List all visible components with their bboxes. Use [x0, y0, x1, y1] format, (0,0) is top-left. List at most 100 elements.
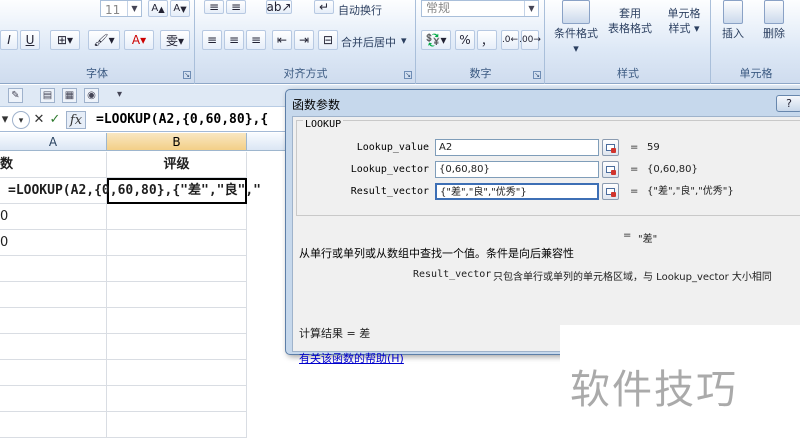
conditional-format-button[interactable]: 条件格式 ▾ — [550, 0, 602, 56]
cell-b10[interactable] — [107, 386, 247, 412]
column-header-c[interactable] — [247, 133, 287, 151]
dialog-launcher-icon[interactable]: ↘ — [404, 71, 412, 79]
function-group-box: LOOKUP Lookup_value A2 = 59 Lookup_vecto… — [296, 119, 800, 216]
arg-label: Lookup_vector — [350, 164, 429, 175]
cell-a4[interactable]: 0 — [0, 230, 107, 256]
param-description: 只包含单行或单列的单元格区域，与 Lookup_vector 大小相同 — [493, 272, 772, 283]
cell-b6[interactable] — [107, 282, 247, 308]
result-vector-input[interactable]: {"差","良","优秀"} — [435, 183, 599, 200]
table-icon[interactable]: ▦ — [62, 88, 77, 103]
align-left-icon[interactable]: ≡ — [202, 30, 222, 50]
comma-button[interactable]: ， — [477, 30, 497, 50]
table-format-button[interactable]: 套用 表格格式 — [604, 6, 656, 36]
cell-b2-formula-text: =LOOKUP(A2,{0,60,80},{"差","良"," — [8, 183, 261, 198]
cell-a6[interactable] — [0, 282, 107, 308]
insert-label: 插入 — [722, 27, 744, 40]
grow-font-button[interactable]: A ▲ — [148, 0, 168, 17]
cell-a8[interactable] — [0, 334, 107, 360]
cells-group-label: 单元格 — [739, 67, 773, 80]
borders-icon[interactable]: ⊞▾ — [50, 30, 80, 50]
dialog-launcher-icon[interactable]: ↘ — [533, 71, 541, 79]
formula-input[interactable]: =LOOKUP(A2,{0,60,80},{ — [96, 110, 296, 130]
number-group: 常规 ▼ 💱▾ % ， .0← .00→ 数字 ↘ — [417, 0, 545, 84]
camera-icon[interactable]: ◉ — [84, 88, 99, 103]
cell-a5[interactable] — [0, 256, 107, 282]
dialog-help-button[interactable]: ? — [776, 95, 800, 112]
collapse-dialog-icon[interactable] — [602, 183, 619, 200]
cell-b7[interactable] — [107, 308, 247, 334]
delete-button[interactable]: 删除 — [754, 0, 794, 41]
cell-a11[interactable] — [0, 412, 107, 438]
arg-label: Result_vector — [350, 186, 429, 197]
cell-style-button[interactable]: 单元格 样式 ▾ — [658, 6, 710, 36]
name-box-dropdown-icon[interactable]: ▾ — [0, 111, 10, 129]
number-format-combo[interactable]: 常规 ▼ — [421, 0, 539, 17]
param-name: Result_vector — [413, 269, 492, 280]
fill-color-icon[interactable]: 🖌▾ — [88, 30, 120, 50]
align-center-icon[interactable]: ≡ — [224, 30, 244, 50]
font-group-label: 字体 — [86, 67, 108, 80]
watermark-box: 软件技巧 — [560, 325, 800, 445]
customize-icon[interactable]: ▾ — [112, 88, 127, 103]
function-help-link[interactable]: 有关该函数的帮助(H) — [299, 350, 404, 366]
percent-button[interactable]: % — [455, 30, 475, 50]
align-top-icon[interactable]: ≡ — [204, 0, 224, 14]
cell-a10[interactable] — [0, 386, 107, 412]
column-header-b[interactable]: B — [107, 133, 247, 151]
delete-label: 删除 — [763, 27, 785, 40]
result-equals: = — [623, 230, 632, 241]
chevron-down-icon[interactable]: ▾ — [401, 34, 407, 47]
column-header-a[interactable]: A — [0, 133, 107, 151]
cell-b8[interactable] — [107, 334, 247, 360]
collapse-dialog-icon[interactable] — [602, 139, 619, 156]
alignment-group-label: 对齐方式 — [283, 67, 328, 80]
calculation-result: 计算结果 = 差 — [299, 327, 371, 340]
number-format-value: 常规 — [426, 1, 451, 15]
currency-icon[interactable]: 💱▾ — [421, 30, 451, 50]
chevron-down-icon[interactable]: ▼ — [524, 1, 538, 16]
underline-button[interactable]: U — [20, 30, 40, 50]
font-size-combo[interactable]: 11 ▼ — [100, 0, 142, 17]
sort-icon[interactable]: ▤ — [40, 88, 55, 103]
cancel-icon[interactable]: ✕ — [32, 111, 46, 129]
decrease-decimal-icon[interactable]: .00→ — [519, 30, 541, 50]
phonetic-icon[interactable]: 雯▾ — [160, 30, 190, 50]
result-value: "差" — [638, 234, 658, 245]
edit-icon[interactable]: ✎ — [8, 88, 23, 103]
merge-icon[interactable]: ⊟ — [318, 30, 338, 50]
chevron-down-icon[interactable]: ▼ — [127, 1, 141, 16]
cell-a1[interactable]: 数 — [0, 152, 107, 178]
function-dropdown-icon[interactable]: ▾ — [12, 111, 30, 129]
font-color-icon[interactable]: A▾ — [124, 30, 154, 50]
insert-button[interactable]: 插入 — [714, 0, 752, 41]
wrap-text-icon[interactable]: ↵ — [314, 0, 334, 14]
cell-a7[interactable] — [0, 308, 107, 334]
shrink-font-button[interactable]: A ▼ — [170, 0, 190, 17]
cell-b4[interactable] — [107, 230, 247, 256]
cell-b5[interactable] — [107, 256, 247, 282]
insert-icon — [723, 0, 743, 24]
merge-center-label[interactable]: 合并后居中 — [341, 34, 396, 50]
cell-b3[interactable] — [107, 204, 247, 230]
enter-icon[interactable]: ✓ — [48, 111, 62, 129]
styles-group: 条件格式 ▾ 套用 表格格式 单元格 样式 ▾ 样式 — [546, 0, 711, 84]
orientation-icon[interactable]: ab↗ — [266, 0, 292, 14]
cell-b11[interactable] — [107, 412, 247, 438]
lookup-value-input[interactable]: A2 — [435, 139, 599, 156]
lookup-vector-input[interactable]: {0,60,80} — [435, 161, 599, 178]
cell-b9[interactable] — [107, 360, 247, 386]
wrap-text-label[interactable]: 自动换行 — [338, 2, 382, 18]
cell-a3[interactable]: 0 — [0, 204, 107, 230]
cell-b1[interactable]: 评级 — [107, 152, 247, 178]
italic-button[interactable]: I — [0, 30, 18, 50]
dialog-title: 函数参数 — [292, 98, 341, 112]
increase-decimal-icon[interactable]: .0← — [501, 30, 519, 50]
decrease-indent-icon[interactable]: ⇤ — [272, 30, 292, 50]
insert-function-icon[interactable]: fx — [66, 111, 86, 129]
cell-a9[interactable] — [0, 360, 107, 386]
collapse-dialog-icon[interactable] — [602, 161, 619, 178]
align-right-icon[interactable]: ≡ — [246, 30, 266, 50]
increase-indent-icon[interactable]: ⇥ — [294, 30, 314, 50]
align-middle-icon[interactable]: ≡ — [226, 0, 246, 14]
dialog-launcher-icon[interactable]: ↘ — [183, 71, 191, 79]
